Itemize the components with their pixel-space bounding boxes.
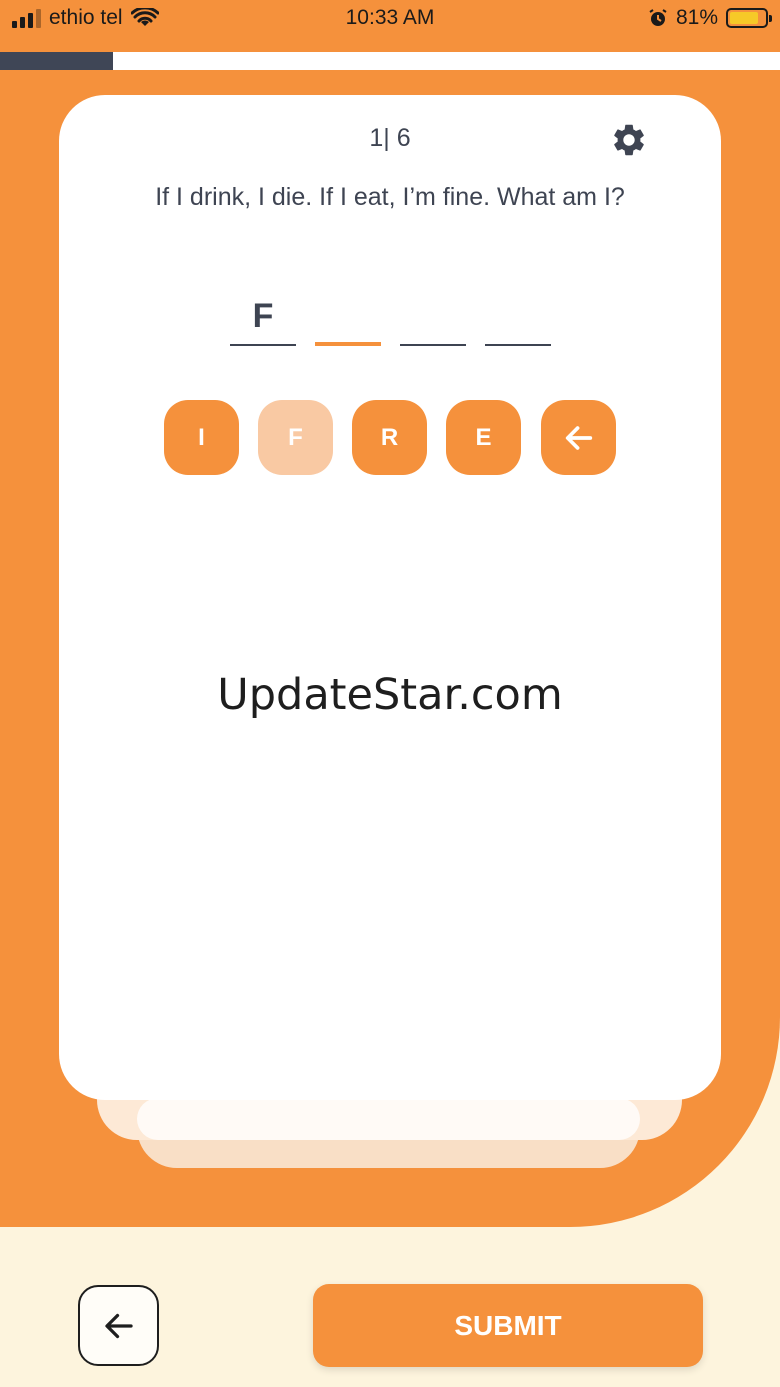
stacked-card-middle-inner	[137, 1098, 640, 1140]
arrow-left-icon	[565, 425, 592, 450]
gear-icon[interactable]	[610, 121, 648, 159]
letter-tile-e[interactable]: E	[446, 400, 521, 475]
status-bar: ethio tel 10:33 AM 81%	[0, 0, 780, 50]
quiz-progress-bar	[0, 52, 780, 70]
back-button[interactable]	[78, 1285, 159, 1366]
letter-tile-i[interactable]: I	[164, 400, 239, 475]
letter-tile-label: F	[288, 423, 303, 451]
letter-tile-f[interactable]: F	[258, 400, 333, 475]
battery-icon	[726, 8, 772, 28]
answer-slot-4[interactable]	[485, 292, 551, 346]
backspace-button[interactable]	[541, 400, 616, 475]
answer-slot-1[interactable]: F	[230, 292, 296, 346]
answer-slot-3[interactable]	[400, 292, 466, 346]
battery-percent: 81%	[675, 6, 718, 29]
letter-tile-label: R	[380, 423, 399, 451]
watermark: UpdateStar.com	[217, 670, 563, 720]
letter-tile-label: E	[475, 423, 492, 451]
submit-label: SUBMIT	[454, 1309, 562, 1341]
letter-tile-label: I	[198, 423, 205, 451]
letter-tile-r[interactable]: R	[352, 400, 427, 475]
question-text: If I drink, I die. If I eat, I’m fine. W…	[155, 183, 625, 211]
question-counter: 1| 6	[369, 124, 411, 152]
submit-button[interactable]: SUBMIT	[313, 1284, 703, 1367]
battery-level-fill	[730, 12, 758, 24]
quiz-progress-fill	[0, 52, 114, 70]
status-right: 81%	[648, 6, 772, 30]
arrow-left-icon	[104, 1313, 133, 1338]
alarm-icon	[649, 9, 667, 26]
answer-slot-2[interactable]	[315, 292, 381, 346]
question-card	[59, 95, 721, 1100]
